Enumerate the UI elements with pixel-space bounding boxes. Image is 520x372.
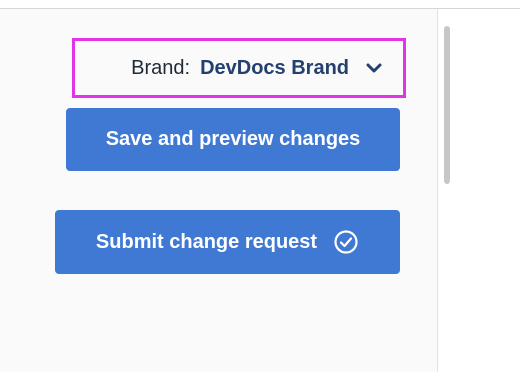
brand-selector[interactable]: Brand: DevDocs Brand <box>72 38 406 98</box>
submit-change-request-button[interactable]: Submit change request <box>55 210 400 274</box>
submit-button-label: Submit change request <box>95 230 318 253</box>
chevron-down-icon[interactable] <box>363 57 385 79</box>
check-circle-icon <box>333 229 359 255</box>
save-and-preview-button[interactable]: Save and preview changes <box>66 108 400 171</box>
save-button-label: Save and preview changes <box>105 128 361 150</box>
brand-value[interactable]: DevDocs Brand <box>200 57 349 80</box>
brand-label: Brand: <box>131 56 191 79</box>
window-top-border <box>0 0 520 9</box>
scrollbar-thumb[interactable] <box>444 26 450 184</box>
